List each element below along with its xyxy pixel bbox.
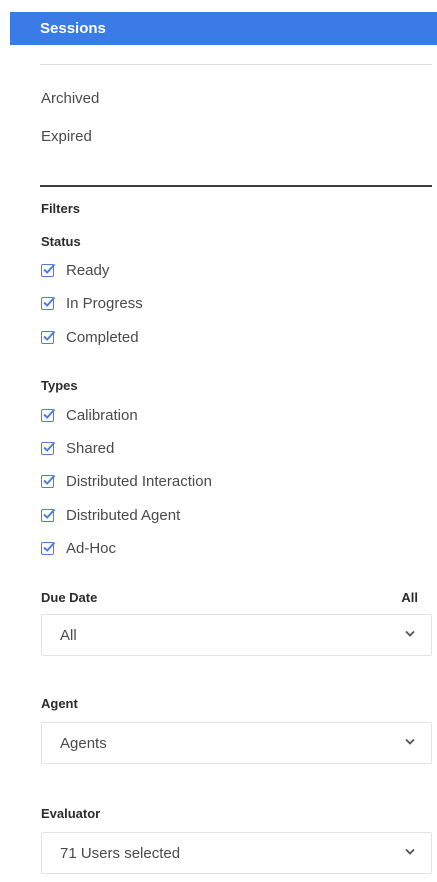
checkmark-icon[interactable] xyxy=(41,408,56,422)
agent-heading: Agent xyxy=(41,696,78,711)
due-date-value: All xyxy=(60,626,77,644)
checkmark-icon[interactable] xyxy=(41,508,56,522)
expired-nav-item[interactable]: Expired xyxy=(41,128,92,145)
checkbox-label: Completed xyxy=(66,328,139,346)
checkmark-icon[interactable] xyxy=(41,541,56,555)
types-checkbox-distributed-agent[interactable]: Distributed Agent xyxy=(41,505,180,525)
status-checkbox-ready[interactable]: Ready xyxy=(41,260,109,280)
section-divider xyxy=(40,185,432,187)
checkmark-icon[interactable] xyxy=(41,296,56,310)
status-checkbox-completed[interactable]: Completed xyxy=(41,327,139,347)
checkbox-label: In Progress xyxy=(66,294,143,312)
due-date-select[interactable]: All xyxy=(41,614,432,656)
sessions-filter-panel: Sessions Archived Expired Filters Status… xyxy=(0,0,437,882)
chevron-down-icon xyxy=(405,848,415,855)
agent-value: Agents xyxy=(60,734,107,752)
chevron-down-icon xyxy=(405,738,415,745)
divider xyxy=(40,64,432,65)
agent-select[interactable]: Agents xyxy=(41,722,432,764)
types-checkbox-shared[interactable]: Shared xyxy=(41,438,114,458)
checkbox-label: Ready xyxy=(66,261,110,279)
sessions-nav-item[interactable]: Sessions xyxy=(10,12,437,45)
checkbox-label: Ad-Hoc xyxy=(66,539,117,557)
checkbox-label: Distributed Interaction xyxy=(66,472,212,490)
status-checkbox-in-progress[interactable]: In Progress xyxy=(41,293,143,313)
checkmark-icon[interactable] xyxy=(41,474,56,488)
checkmark-icon[interactable] xyxy=(41,263,56,277)
filters-heading: Filters xyxy=(41,201,81,216)
evaluator-heading: Evaluator xyxy=(41,806,101,821)
types-heading: Types xyxy=(41,378,78,393)
archived-nav-item[interactable]: Archived xyxy=(41,90,99,107)
due-date-all-link[interactable]: All xyxy=(401,590,418,605)
types-checkbox-ad-hoc[interactable]: Ad-Hoc xyxy=(41,538,116,558)
checkbox-label: Shared xyxy=(66,439,115,457)
types-checkbox-distributed-interaction[interactable]: Distributed Interaction xyxy=(41,471,212,491)
evaluator-select[interactable]: 71 Users selected xyxy=(41,832,432,874)
checkbox-label: Calibration xyxy=(66,406,138,424)
due-date-heading: Due Date xyxy=(41,590,98,605)
status-heading: Status xyxy=(41,234,81,249)
checkmark-icon[interactable] xyxy=(41,330,56,344)
types-checkbox-calibration[interactable]: Calibration xyxy=(41,405,138,425)
evaluator-value: 71 Users selected xyxy=(60,844,181,862)
checkbox-label: Distributed Agent xyxy=(66,506,181,524)
sessions-label: Sessions xyxy=(40,20,106,37)
chevron-down-icon xyxy=(405,630,415,637)
checkmark-icon[interactable] xyxy=(41,441,56,455)
